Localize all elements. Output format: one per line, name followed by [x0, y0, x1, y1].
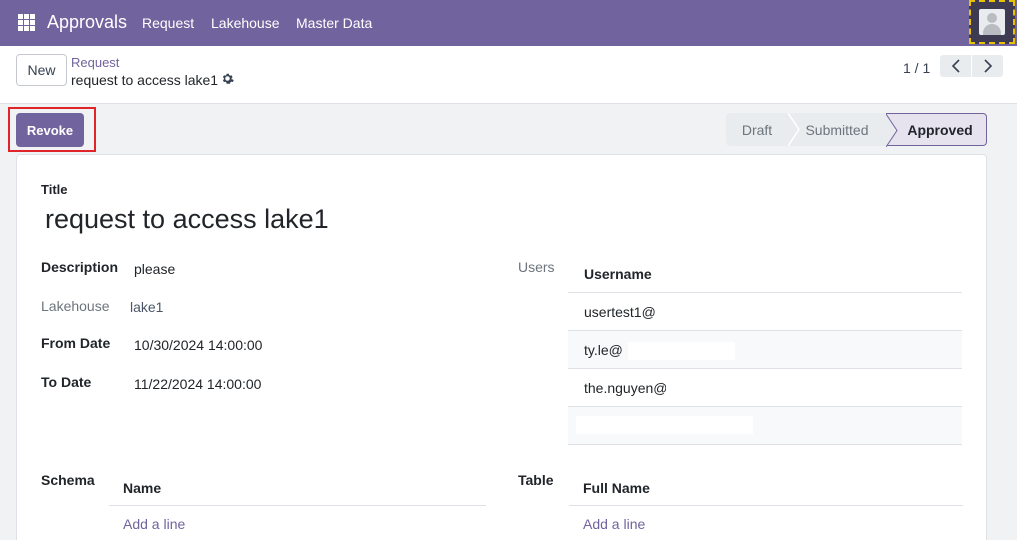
from-date-field[interactable]: 10/30/2024 14:00:00	[134, 337, 262, 353]
table-add-line-link[interactable]: Add a line	[569, 506, 963, 532]
gear-icon[interactable]	[221, 72, 234, 85]
breadcrumb-request[interactable]: Request	[71, 55, 119, 70]
table-row[interactable]	[568, 407, 962, 445]
stage-draft-label: Draft	[741, 121, 773, 138]
username-column-header[interactable]: Username	[568, 256, 962, 293]
title-field[interactable]: request to access lake1	[45, 204, 329, 235]
lakehouse-label: Lakehouse	[41, 298, 110, 314]
new-button[interactable]: New	[16, 54, 67, 86]
chevron-right-icon	[983, 59, 992, 73]
description-field[interactable]: please	[134, 261, 175, 277]
status-bar: Draft Submitted Approved	[726, 113, 987, 147]
name-column-header[interactable]: Name	[109, 469, 486, 506]
top-navbar: Approvals Request Lakehouse Master Data	[0, 0, 1017, 46]
chevron-left-icon	[951, 59, 960, 73]
table-row[interactable]: the.nguyen@	[568, 369, 962, 407]
table-label: Table	[518, 472, 554, 488]
stage-submitted[interactable]: Submitted	[788, 113, 886, 146]
menu-lakehouse[interactable]: Lakehouse	[211, 15, 280, 31]
title-label: Title	[41, 182, 68, 197]
lakehouse-field[interactable]: lake1	[130, 299, 163, 315]
schema-table: Name Add a line	[109, 469, 486, 532]
control-panel: New Request request to access lake1 1 / …	[0, 46, 1017, 104]
table-row[interactable]: usertest1@	[568, 293, 962, 331]
description-label: Description	[41, 259, 119, 275]
stage-approved[interactable]: Approved	[886, 113, 987, 147]
users-label: Users	[518, 259, 555, 275]
full-name-column-header[interactable]: Full Name	[569, 469, 963, 506]
user-avatar-button[interactable]	[969, 0, 1015, 44]
user-avatar-icon	[979, 9, 1005, 35]
table-table: Full Name Add a line	[569, 469, 963, 532]
stage-arrow-icon	[788, 113, 800, 146]
username-cell: ty.le@	[584, 342, 623, 358]
revoke-button[interactable]: Revoke	[16, 113, 84, 147]
table-row[interactable]: ty.le@	[568, 331, 962, 369]
stage-draft[interactable]: Draft	[726, 113, 788, 146]
pager-next-button[interactable]	[972, 55, 1003, 77]
stage-approved-label: Approved	[907, 121, 973, 138]
app-title[interactable]: Approvals	[47, 12, 127, 33]
redaction-box	[666, 379, 676, 397]
record-name: request to access lake1	[71, 72, 219, 88]
to-date-field[interactable]: 11/22/2024 14:00:00	[134, 376, 261, 392]
schema-label: Schema	[41, 472, 95, 488]
pager-previous-button[interactable]	[940, 55, 971, 77]
to-date-label: To Date	[41, 374, 92, 390]
stage-arrow-icon	[886, 114, 898, 147]
menu-master-data[interactable]: Master Data	[296, 15, 372, 31]
menu-request[interactable]: Request	[142, 15, 194, 31]
grid-icon[interactable]	[18, 14, 35, 31]
username-cell: usertest1@	[584, 304, 656, 320]
users-table: Username usertest1@ ty.le@ the.nguyen@	[568, 256, 962, 445]
redaction-box	[576, 416, 753, 434]
stage-submitted-label: Submitted	[805, 121, 869, 138]
pager-value[interactable]: 1 / 1	[903, 60, 930, 76]
redaction-box	[628, 342, 735, 360]
schema-add-line-link[interactable]: Add a line	[109, 506, 486, 532]
username-cell: the.nguyen@	[584, 380, 668, 396]
from-date-label: From Date	[41, 335, 111, 351]
